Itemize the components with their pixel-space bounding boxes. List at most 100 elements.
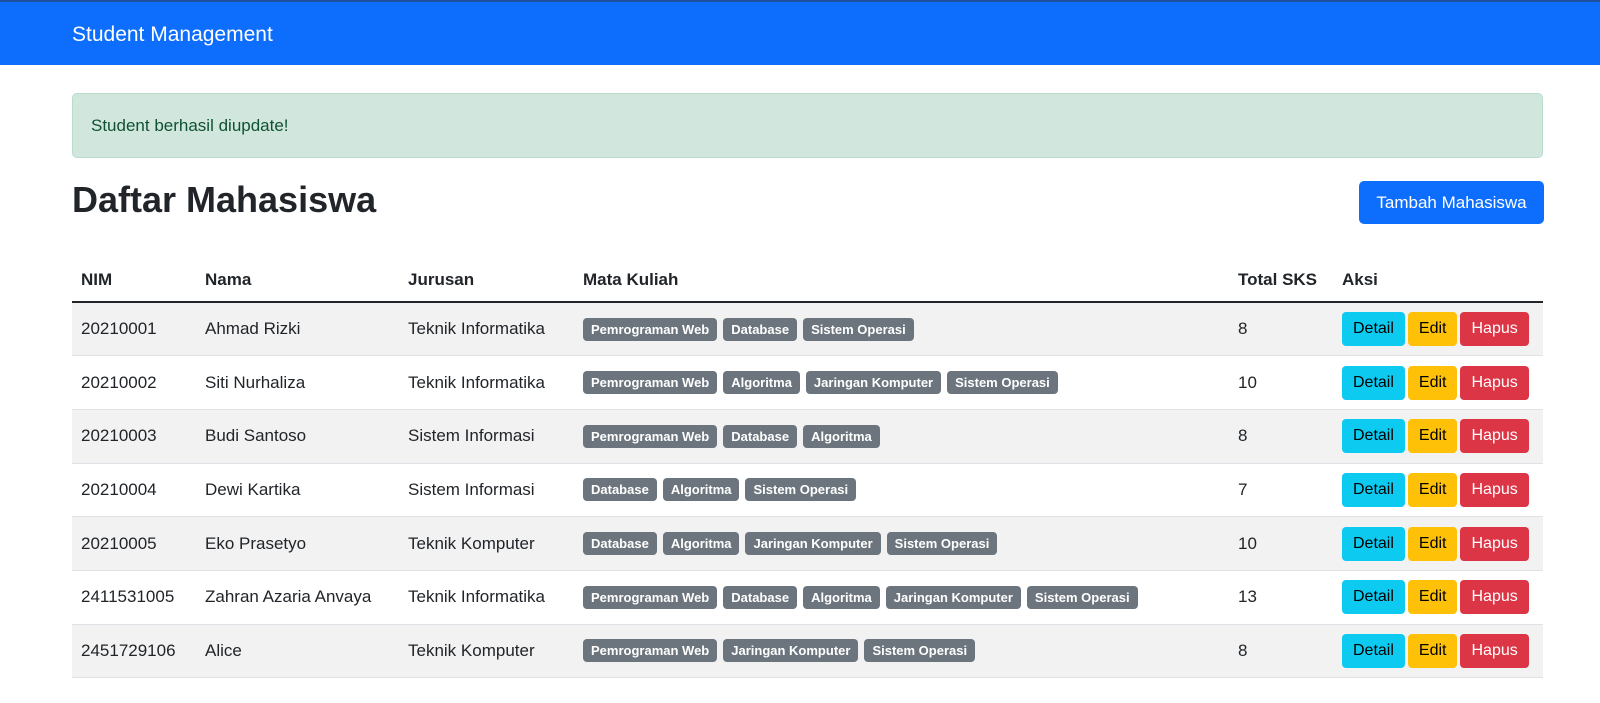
- cell-aksi: Detail Edit Hapus: [1333, 463, 1543, 518]
- cell-jurusan: Teknik Informatika: [399, 570, 574, 625]
- cell-nama: Eko Prasetyo: [196, 516, 399, 571]
- cell-nama: Siti Nurhaliza: [196, 355, 399, 410]
- cell-aksi: Detail Edit Hapus: [1333, 516, 1543, 571]
- course-badge: Algoritma: [803, 424, 880, 448]
- cell-nim: 20210002: [72, 355, 196, 410]
- table-row: 20210005 Eko Prasetyo Teknik Komputer Datab…: [72, 516, 1543, 571]
- page-title: Daftar Mahasiswa: [72, 179, 377, 220]
- hapus-button[interactable]: Hapus: [1460, 526, 1529, 561]
- course-badge: Database: [583, 478, 657, 502]
- course-badge: Sistem Operasi: [886, 532, 998, 556]
- detail-button[interactable]: Detail: [1342, 365, 1405, 400]
- hapus-button[interactable]: Hapus: [1460, 633, 1529, 668]
- cell-nim: 2451729106: [72, 624, 196, 679]
- course-badge: Sistem Operasi: [864, 639, 976, 663]
- course-badge: Jaringan Komputer: [723, 639, 859, 663]
- course-badge: Jaringan Komputer: [805, 371, 942, 395]
- navbar: Student Management: [0, 0, 1600, 65]
- course-badge: Database: [583, 532, 657, 556]
- navbar-brand[interactable]: Student Management: [72, 22, 273, 48]
- cell-aksi: Detail Edit Hapus: [1333, 409, 1543, 464]
- table-row: 20210003 Budi Santoso Sistem Informasi Pemr…: [72, 409, 1543, 464]
- cell-nim: 2411531005: [72, 570, 196, 625]
- table-row: 20210004 Dewi Kartika Sistem Informasi Data…: [72, 463, 1543, 518]
- detail-button[interactable]: Detail: [1342, 312, 1405, 347]
- cell-mata-kuliah: Pemrograman Web Jaringan Komputer Sistem O…: [574, 624, 1229, 679]
- table-body: 20210001 Ahmad Rizki Teknik Informatika Pem…: [72, 302, 1543, 679]
- table-row: 2451729106 Alice Teknik Komputer Pemrograma…: [72, 624, 1543, 679]
- hapus-button[interactable]: Hapus: [1460, 312, 1529, 347]
- edit-button[interactable]: Edit: [1407, 526, 1458, 561]
- cell-aksi: Detail Edit Hapus: [1333, 355, 1543, 410]
- cell-jurusan: Teknik Komputer: [399, 516, 574, 571]
- cell-total-sks: 13: [1229, 570, 1333, 625]
- cell-mata-kuliah: Pemrograman Web Database Algoritma: [574, 409, 1229, 464]
- course-badge: Sistem Operasi: [947, 371, 1058, 395]
- cell-total-sks: 8: [1229, 624, 1333, 679]
- add-student-button[interactable]: Tambah Mahasiswa: [1359, 181, 1544, 224]
- edit-button[interactable]: Edit: [1407, 365, 1458, 400]
- header-total-sks: Total SKS: [1229, 258, 1333, 303]
- hapus-button[interactable]: Hapus: [1460, 365, 1529, 400]
- course-badge: Jaringan Komputer: [885, 585, 1021, 609]
- cell-aksi: Detail Edit Hapus: [1333, 624, 1543, 679]
- detail-button[interactable]: Detail: [1342, 472, 1405, 507]
- cell-jurusan: Teknik Informatika: [399, 302, 574, 357]
- course-badge: Sistem Operasi: [803, 317, 914, 341]
- course-badge: Pemrograman Web: [583, 317, 718, 341]
- detail-button[interactable]: Detail: [1342, 580, 1405, 615]
- hapus-button[interactable]: Hapus: [1460, 580, 1529, 615]
- cell-mata-kuliah: Database Algoritma Sistem Operasi: [574, 463, 1229, 518]
- hapus-button[interactable]: Hapus: [1460, 419, 1529, 454]
- hapus-button[interactable]: Hapus: [1460, 472, 1529, 507]
- course-badge: Pemrograman Web: [583, 639, 718, 663]
- cell-nama: Zahran Azaria Anvaya: [196, 570, 399, 625]
- course-badge: Database: [723, 424, 798, 448]
- header-aksi: Aksi: [1333, 258, 1543, 303]
- edit-button[interactable]: Edit: [1407, 419, 1458, 454]
- course-badge: Algoritma: [723, 371, 800, 395]
- header-mata-kuliah: Mata Kuliah: [574, 258, 1229, 303]
- course-badge: Pemrograman Web: [583, 585, 718, 609]
- cell-mata-kuliah: Pemrograman Web Database Algoritma Jaringan…: [574, 570, 1229, 625]
- cell-total-sks: 7: [1229, 463, 1333, 518]
- header-nama: Nama: [196, 258, 399, 303]
- cell-nama: Budi Santoso: [196, 409, 399, 464]
- detail-button[interactable]: Detail: [1342, 419, 1405, 454]
- edit-button[interactable]: Edit: [1407, 580, 1458, 615]
- course-badge: Pemrograman Web: [583, 424, 718, 448]
- cell-nama: Dewi Kartika: [196, 463, 399, 518]
- table-row: 20210001 Ahmad Rizki Teknik Informatika Pem…: [72, 302, 1543, 357]
- detail-button[interactable]: Detail: [1342, 633, 1405, 668]
- cell-total-sks: 8: [1229, 409, 1333, 464]
- cell-aksi: Detail Edit Hapus: [1333, 570, 1543, 625]
- cell-mata-kuliah: Database Algoritma Jaringan Komputer Sistem…: [574, 516, 1229, 571]
- cell-total-sks: 10: [1229, 355, 1333, 410]
- cell-nim: 20210001: [72, 302, 196, 357]
- edit-button[interactable]: Edit: [1407, 472, 1458, 507]
- cell-nama: Ahmad Rizki: [196, 302, 399, 357]
- cell-aksi: Detail Edit Hapus: [1333, 302, 1543, 357]
- course-badge: Algoritma: [803, 585, 880, 609]
- course-badge: Algoritma: [662, 532, 740, 556]
- cell-nim: 20210005: [72, 516, 196, 571]
- edit-button[interactable]: Edit: [1407, 633, 1458, 668]
- cell-jurusan: Sistem Informasi: [399, 463, 574, 518]
- header-nim: NIM: [72, 258, 196, 303]
- detail-button[interactable]: Detail: [1342, 526, 1405, 561]
- edit-button[interactable]: Edit: [1407, 312, 1458, 347]
- cell-mata-kuliah: Pemrograman Web Algoritma Jaringan Kompute…: [574, 355, 1229, 410]
- cell-total-sks: 10: [1229, 516, 1333, 571]
- table-row: 20210002 Siti Nurhaliza Teknik Informatika…: [72, 355, 1543, 410]
- table-header-row: NIM Nama Jurusan Mata Kuliah Total SKS A…: [72, 258, 1543, 303]
- cell-nim: 20210003: [72, 409, 196, 464]
- course-badge: Pemrograman Web: [583, 371, 718, 395]
- cell-jurusan: Teknik Komputer: [399, 624, 574, 679]
- cell-mata-kuliah: Pemrograman Web Database Sistem Operasi: [574, 302, 1229, 357]
- cell-total-sks: 8: [1229, 302, 1333, 357]
- course-badge: Algoritma: [662, 478, 740, 502]
- header-jurusan: Jurusan: [399, 258, 574, 303]
- course-badge: Sistem Operasi: [745, 478, 857, 502]
- cell-nama: Alice: [196, 624, 399, 679]
- table-row: 2411531005 Zahran Azaria Anvaya Teknik Inf…: [72, 570, 1543, 625]
